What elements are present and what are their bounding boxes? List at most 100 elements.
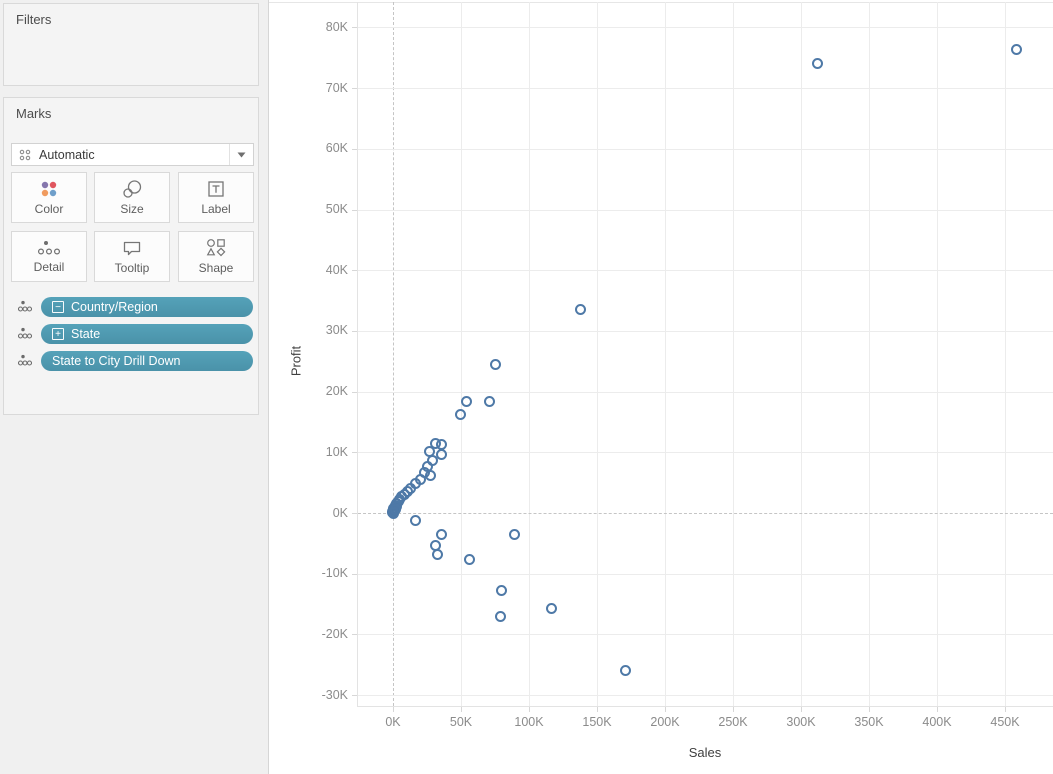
x-axis-title: Sales: [688, 745, 722, 760]
pill-drag-handle[interactable]: [17, 327, 33, 345]
x-tick-label: 100K: [514, 715, 544, 729]
data-point[interactable]: [546, 603, 558, 615]
x-tick-label: 450K: [990, 715, 1020, 729]
vertical-gridline: [529, 2, 530, 706]
pill-drag-handle[interactable]: [17, 300, 33, 318]
y-axis-tick: [352, 452, 357, 454]
vertical-gridline: [1005, 2, 1006, 706]
data-point[interactable]: [811, 57, 823, 69]
mark-button-shape[interactable]: Shape: [178, 231, 254, 282]
data-point[interactable]: [483, 395, 495, 407]
mark-type-automatic-icon: [18, 148, 32, 162]
horizontal-gridline: [358, 573, 1053, 575]
tooltip-icon: [123, 241, 141, 256]
y-tick-label: 70K: [325, 80, 348, 95]
data-point[interactable]: [431, 548, 443, 560]
data-point[interactable]: [494, 611, 506, 623]
expand-icon[interactable]: +: [52, 328, 64, 340]
drag-handle-icon: [17, 354, 33, 366]
collapse-icon[interactable]: −: [52, 301, 64, 313]
vertical-gridline: [869, 2, 870, 706]
y-tick-label: 10K: [325, 444, 348, 459]
data-point[interactable]: [575, 303, 587, 315]
data-point[interactable]: [509, 528, 521, 540]
vertical-gridline: [937, 2, 938, 706]
scatter-chart-area: 0K 50K 100K 150K 200K 250K 300K 350K 400K 450K 80K…: [268, 0, 1053, 774]
field-pill[interactable]: + State: [41, 324, 253, 344]
drag-handle-icon: [17, 327, 33, 339]
x-axis-tick: [733, 707, 734, 712]
chevron-down-icon[interactable]: [229, 144, 253, 165]
data-point[interactable]: [435, 528, 447, 540]
y-tick-label: 60K: [325, 141, 348, 156]
x-tick-label: 250K: [718, 715, 748, 729]
y-tick-label: 30K: [325, 323, 348, 338]
mark-type-dropdown[interactable]: Automatic: [11, 143, 254, 166]
y-axis-tick: [352, 513, 357, 514]
data-point[interactable]: [619, 665, 631, 677]
data-point[interactable]: [463, 554, 475, 566]
x-tick-label: 150K: [582, 715, 612, 729]
data-point[interactable]: [460, 396, 472, 408]
y-tick-label: 0K: [332, 505, 348, 520]
y-tick-label: -20K: [321, 626, 348, 641]
x-axis-tick: [801, 707, 802, 712]
pill-row: − Country/Region: [4, 297, 260, 317]
x-tick-label: 0K: [385, 715, 401, 729]
marks-panel: Marks Automatic Color Size Label Detail Tool…: [3, 97, 259, 415]
x-axis-tick: [597, 707, 598, 712]
detail-icon: [37, 241, 61, 255]
vertical-gridline: [461, 2, 462, 706]
x-tick-label: 200K: [650, 715, 680, 729]
data-point[interactable]: [454, 408, 466, 420]
mark-button-color[interactable]: Color: [11, 172, 87, 223]
y-tick-label: -30K: [321, 687, 348, 702]
data-point[interactable]: [389, 504, 401, 516]
data-point[interactable]: [425, 470, 437, 482]
horizontal-gridline: [358, 634, 1053, 636]
y-axis-tick: [352, 573, 357, 575]
mark-button-label: Shape: [198, 261, 234, 275]
mark-button-label: Color: [34, 202, 64, 216]
mark-button-tooltip[interactable]: Tooltip: [94, 231, 170, 282]
mark-button-label: Tooltip: [114, 261, 150, 275]
data-point[interactable]: [1011, 43, 1023, 55]
y-axis-tick: [352, 27, 357, 29]
data-point[interactable]: [496, 584, 508, 596]
y-axis-tick: [352, 270, 357, 272]
horizontal-gridline: [358, 27, 1053, 29]
pill-drag-handle[interactable]: [17, 354, 33, 372]
x-axis-tick: [869, 707, 870, 712]
vertical-gridline: [801, 2, 802, 706]
y-tick-label: 80K: [325, 19, 348, 34]
field-pill[interactable]: State to City Drill Down: [41, 351, 253, 371]
filters-panel-title: Filters: [16, 12, 52, 27]
field-pill[interactable]: − Country/Region: [41, 297, 253, 317]
data-point[interactable]: [490, 359, 502, 371]
mark-button-label[interactable]: Label: [178, 172, 254, 223]
y-axis-tick: [352, 634, 357, 636]
horizontal-gridline: [358, 330, 1053, 332]
y-axis-tick: [352, 209, 357, 211]
y-axis-tick: [352, 148, 357, 150]
horizontal-gridline: [358, 695, 1053, 697]
mark-button-label: Size: [120, 202, 144, 216]
x-axis-tick: [665, 707, 666, 712]
y-tick-label: 40K: [325, 262, 348, 277]
y-axis-title: Profit: [288, 345, 304, 377]
pill-row: + State: [4, 324, 260, 344]
x-axis-tick: [461, 707, 462, 712]
x-axis-tick: [937, 707, 938, 712]
data-point[interactable]: [410, 515, 422, 527]
mark-button-detail[interactable]: Detail: [11, 231, 87, 282]
filters-panel: Filters: [3, 3, 259, 86]
shape-icon: [206, 239, 226, 257]
x-tick-label: 350K: [854, 715, 884, 729]
x-axis-tick: [393, 707, 394, 712]
sidebar: Filters Marks Automatic Color Size Label De…: [0, 0, 268, 774]
mark-button-size[interactable]: Size: [94, 172, 170, 223]
y-tick-label: 50K: [325, 202, 348, 216]
mark-type-selected: Automatic: [39, 147, 95, 162]
y-axis-tick: [352, 695, 357, 697]
x-axis-tick: [1005, 707, 1006, 712]
